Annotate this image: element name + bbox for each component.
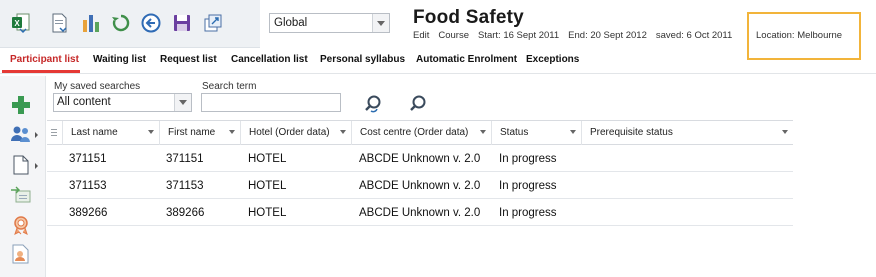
column-header-label: Status	[500, 127, 529, 138]
cell-status: In progress	[499, 207, 557, 219]
cell-cost-centre: ABCDE Unknown v. 2.0	[359, 207, 481, 219]
back-arrow-icon[interactable]	[140, 11, 162, 35]
cell-last-name: 371151	[69, 153, 107, 165]
search-term-label: Search term	[202, 81, 257, 92]
column-header-label: Last name	[71, 127, 118, 138]
edit-link[interactable]: Edit	[413, 30, 429, 41]
cell-hotel: HOTEL	[248, 180, 287, 192]
course-link[interactable]: Course	[438, 30, 469, 41]
users-group-icon[interactable]	[10, 123, 32, 145]
export-document-icon[interactable]	[49, 11, 71, 35]
export-excel-icon[interactable]: X	[10, 11, 32, 35]
page-title: Food Safety	[413, 7, 524, 28]
tab-request-list[interactable]: Request list	[160, 54, 217, 65]
advanced-search-icon[interactable]	[362, 93, 384, 115]
refresh-icon[interactable]	[110, 11, 132, 35]
cell-cost-centre: ABCDE Unknown v. 2.0	[359, 180, 481, 192]
tab-divider	[0, 73, 876, 74]
column-chooser[interactable]	[47, 121, 63, 145]
tab-cancellation-list[interactable]: Cancellation list	[231, 54, 308, 65]
column-header-last-name[interactable]: Last name	[63, 121, 160, 145]
tab-bar: Participant list Waiting list Request li…	[0, 52, 876, 74]
saved-date: saved: 6 Oct 2011	[655, 30, 733, 41]
cell-hotel: HOTEL	[248, 207, 287, 219]
filter-caret-icon[interactable]	[782, 130, 788, 134]
cell-last-name: 389266	[69, 207, 108, 219]
start-date: Start: 16 Sept 2011	[478, 30, 560, 41]
saved-searches-label: My saved searches	[54, 81, 141, 92]
saved-searches-value: All content	[57, 96, 111, 108]
tab-exceptions[interactable]: Exceptions	[526, 54, 579, 65]
column-header-label: Cost centre (Order data)	[360, 127, 469, 138]
scope-select-value: Global	[274, 17, 308, 29]
table-row[interactable]: 371153 371153 HOTEL ABCDE Unknown v. 2.0…	[47, 172, 793, 199]
column-header-status[interactable]: Status	[492, 121, 582, 145]
column-header-prerequisite-status[interactable]: Prerequisite status	[582, 121, 793, 145]
course-meta: Edit Course Start: 16 Sept 2011 End: 20 Sep…	[413, 30, 741, 41]
tab-automatic-enrolment[interactable]: Automatic Enrolment	[416, 54, 517, 65]
table-row[interactable]: 371151 371151 HOTEL ABCDE Unknown v. 2.0…	[47, 145, 793, 172]
tab-personal-syllabus[interactable]: Personal syllabus	[320, 54, 405, 65]
column-header-first-name[interactable]: First name	[160, 121, 241, 145]
filter-caret-icon[interactable]	[480, 130, 486, 134]
end-date: End: 20 Sept 2012	[568, 30, 647, 41]
column-header-cost-centre[interactable]: Cost centre (Order data)	[352, 121, 492, 145]
scope-select[interactable]: Global	[269, 13, 390, 33]
tab-participant-list[interactable]: Participant list	[10, 54, 79, 65]
move-participant-icon[interactable]	[10, 184, 32, 206]
cell-first-name: 371151	[166, 153, 204, 165]
cell-cost-centre: ABCDE Unknown v. 2.0	[359, 153, 481, 165]
document-menu-icon[interactable]	[10, 154, 32, 176]
bar-chart-icon[interactable]	[80, 11, 102, 35]
add-participant-icon[interactable]	[10, 94, 32, 116]
cell-first-name: 371153	[166, 180, 204, 192]
search-icon[interactable]	[407, 93, 429, 115]
drag-handle-icon[interactable]	[51, 129, 57, 138]
toolbar: X	[0, 0, 260, 48]
cell-hotel: HOTEL	[248, 153, 287, 165]
cell-last-name: 371153	[69, 180, 107, 192]
certificate-user-icon[interactable]	[10, 243, 32, 265]
filter-caret-icon[interactable]	[570, 130, 576, 134]
action-sidebar	[0, 76, 46, 277]
svg-text:X: X	[14, 19, 20, 28]
filter-caret-icon[interactable]	[148, 130, 154, 134]
location-label: Location: Melbourne	[756, 30, 843, 41]
column-header-label: Prerequisite status	[590, 127, 673, 138]
cell-status: In progress	[499, 153, 557, 165]
open-window-icon[interactable]	[202, 11, 224, 35]
chevron-down-icon[interactable]	[372, 14, 389, 32]
saved-searches-select[interactable]: All content	[53, 93, 192, 112]
column-header-label: Hotel (Order data)	[249, 127, 330, 138]
search-term-input[interactable]	[201, 93, 341, 112]
column-header-hotel[interactable]: Hotel (Order data)	[241, 121, 352, 145]
award-icon[interactable]	[10, 214, 32, 236]
document-menu-caret[interactable]	[35, 163, 38, 169]
tab-waiting-list[interactable]: Waiting list	[93, 54, 146, 65]
filter-caret-icon[interactable]	[340, 130, 346, 134]
chevron-down-icon[interactable]	[174, 94, 191, 111]
grid-header: Last name First name Hotel (Order data) …	[47, 120, 793, 145]
table-row[interactable]: 389266 389266 HOTEL ABCDE Unknown v. 2.0…	[47, 199, 793, 226]
users-menu-caret[interactable]	[35, 132, 38, 138]
cell-status: In progress	[499, 180, 557, 192]
column-header-label: First name	[168, 127, 216, 138]
cell-first-name: 389266	[166, 207, 205, 219]
save-icon[interactable]	[171, 11, 193, 35]
filter-caret-icon[interactable]	[229, 130, 235, 134]
